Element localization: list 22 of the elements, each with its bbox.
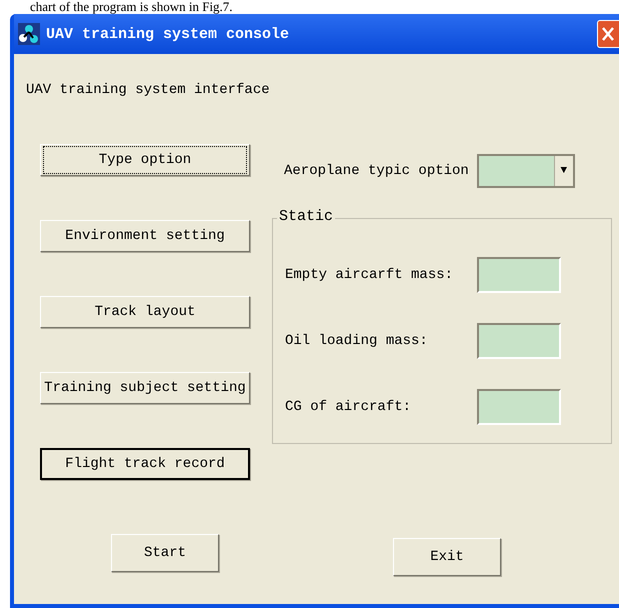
exit-button[interactable]: Exit xyxy=(393,538,501,576)
window-title: UAV training system console xyxy=(46,26,290,42)
field-label: Aeroplane typic option xyxy=(284,163,469,179)
close-button[interactable] xyxy=(597,20,619,48)
menu-button[interactable]: Training subject setting xyxy=(40,372,250,404)
input-field[interactable] xyxy=(477,257,561,293)
menu-button[interactable]: Type option xyxy=(40,144,250,176)
start-button[interactable]: Start xyxy=(111,534,219,572)
menu-button[interactable]: Flight track record xyxy=(40,448,250,480)
menu-button[interactable]: Track layout xyxy=(40,296,250,328)
input-field[interactable] xyxy=(477,323,561,359)
field-label: Oil loading mass: xyxy=(285,333,429,349)
app-icon xyxy=(18,23,40,45)
field-label: CG of aircraft: xyxy=(285,399,412,415)
menu-button[interactable]: Environment setting xyxy=(40,220,250,252)
field-label: Empty aircarft mass: xyxy=(285,267,454,283)
input-field[interactable] xyxy=(477,389,561,425)
type-dropdown[interactable]: ▼ xyxy=(476,154,575,188)
caption-text: chart of the program is shown in Fig.7. xyxy=(29,0,234,14)
heading-text: UAV training system interface xyxy=(25,81,271,100)
close-icon xyxy=(601,26,615,42)
dropdown-arrow-button[interactable]: ▼ xyxy=(554,156,573,186)
